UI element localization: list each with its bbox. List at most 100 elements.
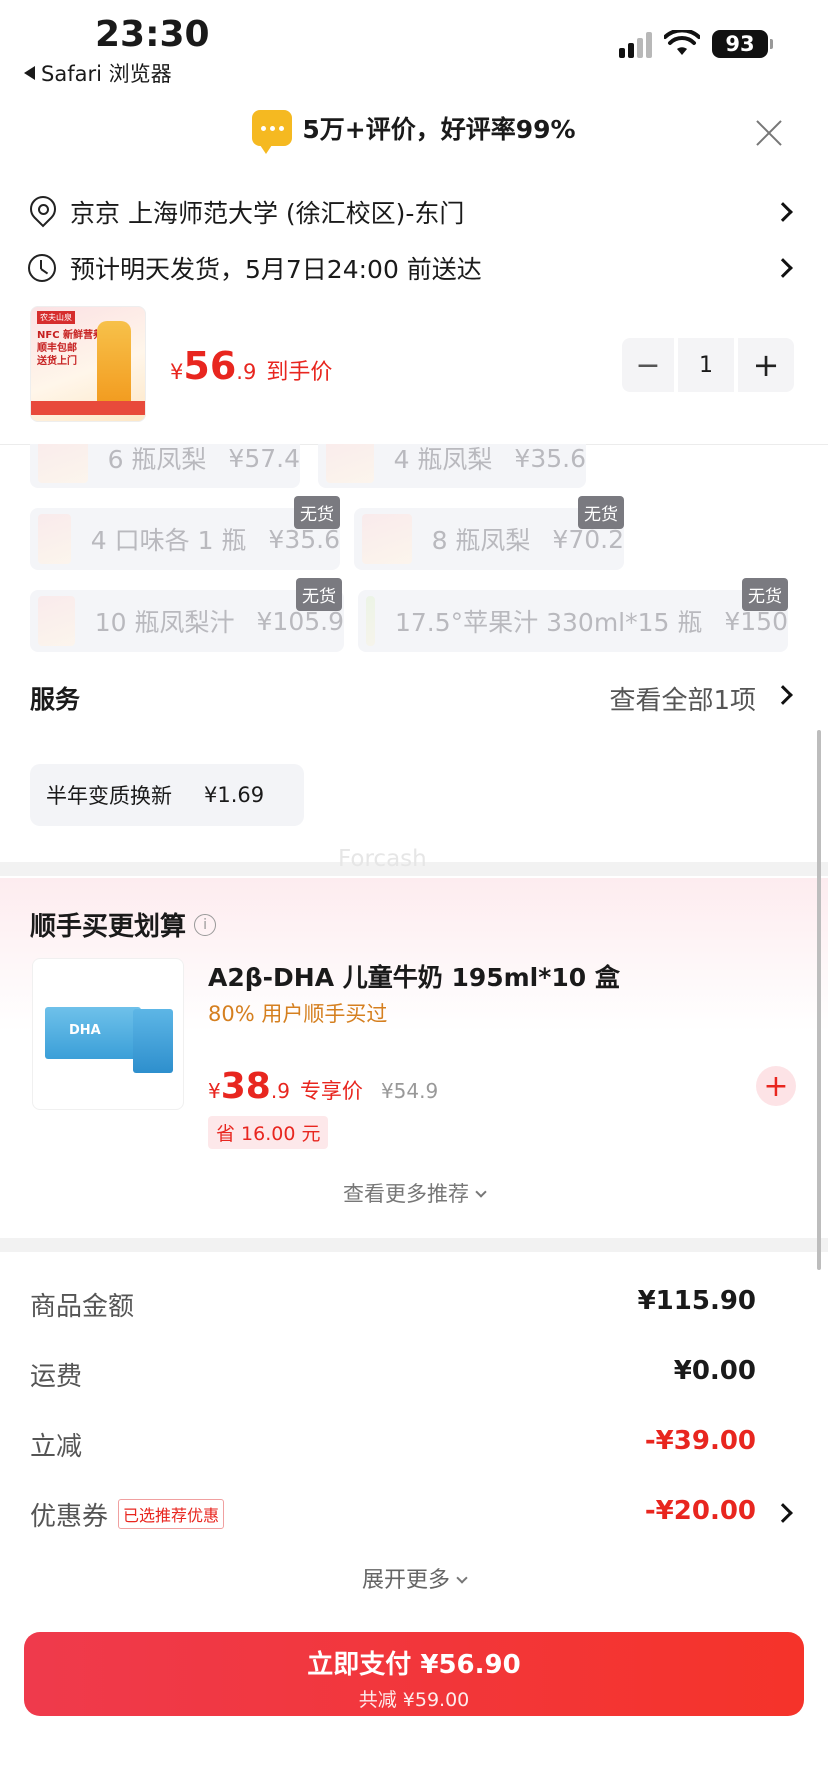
recommend-price: ¥ 38 .9 专享价 ¥54.9 (208, 1066, 438, 1107)
out-of-stock-badge: 无货 (578, 496, 624, 529)
price-integer: 38 (220, 1066, 271, 1107)
coupon-row[interactable]: 优惠券 已选推荐优惠 (30, 1496, 225, 1533)
chevron-right-icon[interactable] (773, 685, 793, 705)
back-arrow-icon (24, 66, 35, 80)
increase-quantity-button[interactable]: + (738, 338, 794, 392)
product-thumbnail: 农夫山泉 NFC 新鲜营养 顺丰包邮 送货上门 (30, 306, 146, 422)
decrease-quantity-button[interactable]: − (622, 338, 674, 392)
pay-savings-label: 共减 ¥59.00 (358, 1689, 470, 1711)
product-price: ¥ 56 .9 到手价 (170, 344, 332, 388)
scrollbar[interactable] (817, 730, 821, 1270)
service-price: ¥1.69 (204, 783, 265, 807)
variant-label: 8 瓶凤梨 (431, 526, 531, 555)
thumb-brand-tag: 农夫山泉 (37, 311, 75, 324)
variant-chip[interactable]: 4 瓶凤梨 ¥35.6 (318, 443, 586, 488)
price-integer: 56 (183, 344, 237, 388)
variant-thumb (362, 514, 412, 564)
pay-now-button[interactable]: 立即支付 ¥56.90 共减 ¥59.00 (24, 1632, 804, 1716)
recommend-product-name[interactable]: A2β-DHA 儿童牛奶 195ml*10 盒 (208, 958, 620, 994)
more-recommendations-link[interactable]: 查看更多推荐 (0, 1178, 828, 1208)
thumb-text: NFC 新鲜营养 顺丰包邮 送货上门 (37, 330, 104, 367)
price-decimal: .9 (236, 360, 257, 384)
section-divider (0, 1238, 828, 1252)
chevron-right-icon[interactable] (773, 1503, 793, 1523)
variant-thumb (38, 444, 88, 483)
price-suffix: 到手价 (266, 360, 333, 385)
close-icon[interactable] (754, 118, 784, 148)
price-label: 专享价 (299, 1079, 363, 1103)
shipping-value: ¥0.00 (673, 1356, 756, 1386)
goods-amount-label: 商品金额 (30, 1292, 135, 1322)
variant-thumb (38, 596, 75, 646)
variant-price: ¥35.6 (514, 443, 586, 473)
expand-more-label: 展开更多 (361, 1568, 450, 1593)
variant-chip[interactable]: 17.5°苹果汁 330ml*15 瓶 ¥150 (358, 590, 788, 652)
recommend-subtitle: 80% 用户顺手买过 (208, 1002, 388, 1026)
recommend-title-text: 顺手买更划算 (30, 912, 187, 942)
back-to-safari-link[interactable]: Safari 浏览器 (24, 58, 172, 88)
recommend-product-image[interactable]: DHA (32, 958, 184, 1110)
chevron-down-icon (475, 1186, 487, 1198)
status-time: 23:30 (95, 14, 210, 55)
dha-label: DHA (69, 1023, 101, 1038)
quantity-value[interactable]: 1 (678, 338, 734, 392)
chevron-right-icon (773, 202, 793, 222)
bottle-image (97, 321, 131, 407)
savings-badge: 省 16.00 元 (208, 1116, 329, 1149)
coupon-label: 优惠券 (30, 1502, 109, 1532)
variant-chip[interactable]: 6 瓶凤梨 ¥57.4 (30, 443, 300, 488)
shipping-label: 运费 (30, 1362, 83, 1392)
variant-label: 4 瓶凤梨 (393, 445, 493, 474)
location-pin-icon (28, 196, 56, 228)
variant-price: ¥57.4 (228, 443, 300, 473)
discount-label: 立减 (30, 1432, 83, 1462)
pay-now-label: 立即支付 ¥56.90 (307, 1650, 521, 1680)
address-text: 京京 上海师范大学 (徐汇校区)-东门 (70, 199, 465, 228)
discount-value: -¥39.00 (644, 1426, 756, 1456)
price-currency: ¥ (170, 360, 184, 384)
variant-thumb (366, 596, 375, 646)
expand-more-link[interactable]: 展开更多 (0, 1562, 828, 1594)
variant-thumb (38, 514, 71, 564)
wifi-icon (664, 30, 700, 55)
milk-carton-image (133, 1009, 173, 1073)
address-row[interactable]: 京京 上海师范大学 (徐汇校区)-东门 (28, 192, 798, 232)
out-of-stock-badge: 无货 (294, 496, 340, 529)
variant-label: 10 瓶凤梨汁 (94, 608, 235, 637)
price-decimal: .9 (270, 1079, 290, 1103)
more-recommendations-label: 查看更多推荐 (343, 1182, 469, 1206)
battery-icon: 93 (712, 30, 773, 58)
status-icons: 93 (619, 30, 773, 58)
view-all-services-link[interactable]: 查看全部1项 (609, 680, 756, 717)
chevron-down-icon (456, 1572, 468, 1584)
coupon-badge: 已选推荐优惠 (118, 1499, 225, 1529)
rating-banner: 5万+评价，好评率99% (0, 110, 828, 154)
price-currency: ¥ (208, 1079, 221, 1103)
original-price: ¥54.9 (380, 1079, 439, 1103)
watermark: Forcash (338, 846, 427, 872)
service-option[interactable]: 半年变质换新 ¥1.69 (30, 764, 304, 826)
recommend-title: 顺手买更划算 i (30, 906, 217, 943)
clock-icon (28, 254, 56, 282)
chevron-right-icon (773, 258, 793, 278)
back-app-label: Safari 浏览器 (41, 62, 172, 86)
goods-amount-value: ¥115.90 (637, 1286, 756, 1316)
info-icon[interactable]: i (194, 913, 217, 936)
chat-bubble-icon (252, 110, 293, 154)
variant-thumb (326, 444, 374, 483)
out-of-stock-badge: 无货 (296, 578, 342, 611)
variant-label: 4 口味各 1 瓶 (90, 526, 247, 555)
service-label: 半年变质换新 (46, 784, 172, 808)
variant-label: 17.5°苹果汁 330ml*15 瓶 (394, 608, 703, 637)
services-title: 服务 (30, 685, 81, 714)
out-of-stock-badge: 无货 (742, 578, 788, 611)
thumb-strip (31, 401, 145, 415)
delivery-text: 预计明天发货，5月7日24:00 前送达 (70, 255, 482, 284)
delivery-row[interactable]: 预计明天发货，5月7日24:00 前送达 (28, 248, 798, 288)
add-to-order-button[interactable]: + (756, 1066, 796, 1106)
quantity-stepper: − 1 + (622, 338, 794, 392)
coupon-value[interactable]: -¥20.00 (645, 1496, 756, 1526)
cellular-signal-icon (619, 30, 652, 58)
variant-label: 6 瓶凤梨 (107, 445, 207, 474)
rating-text: 5万+评价，好评率99% (302, 115, 576, 144)
